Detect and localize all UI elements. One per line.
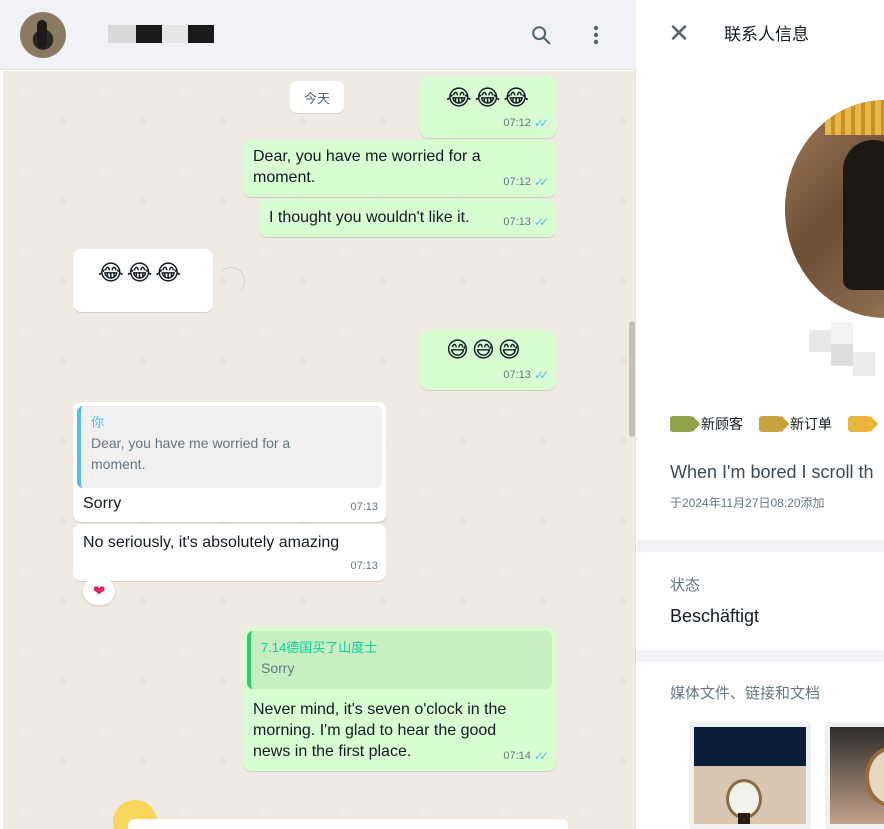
- message-bubble-incoming[interactable]: 你 Dear, you have me worried for a moment…: [73, 402, 386, 522]
- more-vertical-icon[interactable]: [583, 22, 609, 48]
- contact-profile-photo[interactable]: [785, 100, 884, 318]
- photo-fence: [825, 100, 884, 135]
- message-meta: 07:12 ✓✓: [503, 113, 549, 134]
- added-date: 于2024年11月27日08:20添加: [670, 496, 825, 510]
- message-input-partial[interactable]: [128, 819, 568, 829]
- label-tag-icon: [670, 416, 692, 432]
- photo-dog: [843, 140, 884, 290]
- message-time: 07:13: [350, 501, 378, 513]
- read-ticks-icon: ✓✓: [533, 368, 549, 382]
- message-text: Sorry: [83, 495, 122, 512]
- message-meta: 07:13 ✓✓: [503, 365, 549, 386]
- message-time: 07:14: [503, 750, 531, 762]
- contact-name-redacted[interactable]: [108, 25, 218, 45]
- message-text: No seriously, it's absolutely amazing: [83, 534, 340, 551]
- watch-strap: [738, 813, 750, 824]
- heart-reaction-icon[interactable]: ❤: [83, 577, 115, 605]
- read-ticks-icon: ✓✓: [533, 749, 549, 763]
- search-icon[interactable]: [528, 22, 554, 48]
- contact-info-pane: ✕ 联系人信息 新顾客 新订单 When I'm bored I scroll …: [637, 0, 884, 829]
- about-text: When I'm bored I scroll th: [670, 462, 874, 482]
- media-thumbnail[interactable]: [825, 722, 884, 829]
- read-ticks-icon: ✓✓: [533, 215, 549, 229]
- status-label: 状态: [670, 577, 701, 594]
- watch-face: [865, 747, 884, 807]
- message-bubble-outgoing[interactable]: I thought you wouldn't like it. 07:13 ✓✓: [259, 199, 556, 237]
- message-text: Dear, you have me worried for a moment.: [253, 148, 481, 186]
- read-ticks-icon: ✓✓: [533, 175, 549, 189]
- message-bubble-outgoing[interactable]: 😅😅😅 07:13 ✓✓: [420, 330, 556, 390]
- chat-scrollbar[interactable]: [629, 321, 635, 437]
- label-list: 新顾客 新订单: [670, 414, 879, 434]
- message-meta: 07:12 ✓✓: [503, 172, 549, 193]
- quote-author: 7.14德国买了山度士: [261, 640, 378, 655]
- message-time: 07:13: [350, 560, 378, 572]
- message-bubble-incoming[interactable]: 😂😂😂: [73, 249, 213, 312]
- message-text: Never mind, it's seven o'clock in the mo…: [253, 701, 507, 760]
- contact-avatar[interactable]: [20, 12, 66, 58]
- media-section: 媒体文件、链接和文档: [637, 662, 884, 829]
- quoted-message[interactable]: 7.14德国买了山度士 Sorry: [247, 631, 552, 689]
- quote-author: 你: [91, 415, 105, 430]
- message-list[interactable]: 今天 😂😂😂 07:12 ✓✓ Dear, you have me worried…: [3, 71, 635, 829]
- chat-pane: 今天 😂😂😂 07:12 ✓✓ Dear, you have me worried…: [0, 0, 636, 829]
- message-emoji: 😅😅😅: [446, 338, 524, 363]
- media-label[interactable]: 媒体文件、链接和文档: [670, 682, 820, 703]
- react-button[interactable]: [217, 267, 245, 295]
- message-time: 07:12: [503, 117, 531, 129]
- message-emoji: 😂😂😂: [98, 261, 185, 286]
- contact-info-title: 联系人信息: [724, 25, 809, 44]
- message-time: 07:13: [503, 369, 531, 381]
- label-chip[interactable]: 新订单: [759, 414, 832, 434]
- message-bubble-outgoing[interactable]: 😂😂😂 07:12 ✓✓: [420, 76, 556, 138]
- status-value: Beschäftigt: [670, 606, 760, 626]
- message-bubble-incoming[interactable]: No seriously, it's absolutely amazing 07…: [73, 524, 386, 581]
- label-tag-icon: [759, 416, 781, 432]
- label-text: 新订单: [790, 416, 832, 432]
- message-time: 07:13: [503, 216, 531, 228]
- read-ticks-icon: ✓✓: [533, 116, 549, 130]
- message-bubble-outgoing[interactable]: 7.14德国买了山度士 Sorry Never mind, it's seven…: [243, 627, 556, 771]
- label-chip[interactable]: 新顾客: [670, 414, 743, 434]
- quote-text: Sorry: [261, 660, 295, 676]
- status-section: 状态 Beschäftigt: [637, 552, 884, 650]
- date-chip: 今天: [290, 81, 344, 113]
- label-tag-icon: [848, 416, 870, 432]
- message-meta: 07:13: [350, 556, 378, 577]
- contact-name-redacted: [809, 322, 884, 382]
- message-meta: 07:14 ✓✓: [503, 746, 549, 767]
- message-bubble-outgoing[interactable]: Dear, you have me worried for a moment. …: [243, 140, 556, 197]
- message-meta: 07:13 ✓✓: [503, 212, 549, 233]
- quoted-message[interactable]: 你 Dear, you have me worried for a moment…: [77, 406, 382, 488]
- media-thumbnail[interactable]: [689, 722, 811, 829]
- message-emoji: 😂😂😂: [446, 86, 533, 111]
- close-icon[interactable]: ✕: [667, 20, 691, 46]
- contact-info-header: ✕ 联系人信息 新顾客 新订单 When I'm bored I scroll …: [637, 0, 884, 540]
- message-time: 07:12: [503, 176, 531, 188]
- chat-header: [0, 0, 636, 70]
- quote-text: Dear, you have me worried for a moment.: [91, 435, 291, 472]
- label-chip[interactable]: [848, 414, 879, 434]
- label-text: 新顾客: [701, 416, 743, 432]
- message-meta: 07:13: [350, 497, 378, 518]
